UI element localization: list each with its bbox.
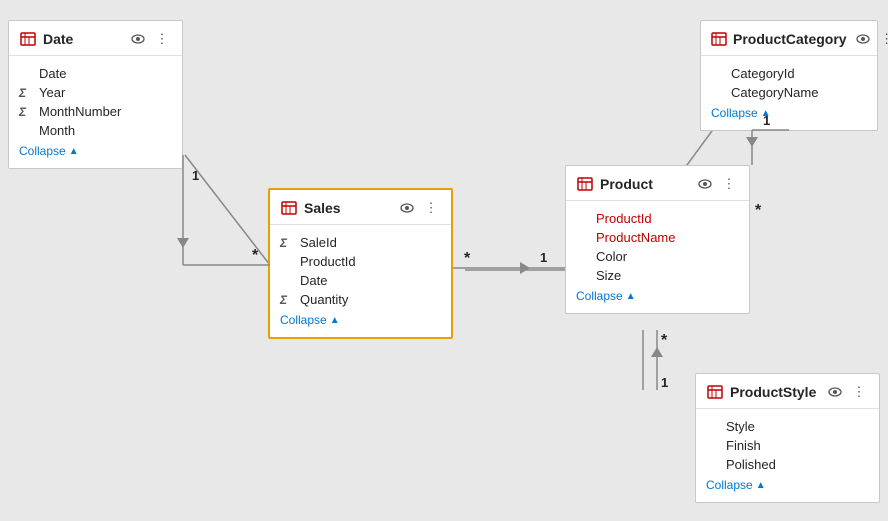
date-table-icon	[19, 30, 37, 48]
date-card-body: Date Σ Year Σ MonthNumber Month Collapse…	[9, 56, 182, 168]
product-style-header: ProductStyle ⋮	[696, 374, 879, 409]
field-size: Size	[576, 266, 739, 285]
chevron-up-icon: ▲	[330, 315, 340, 326]
style-eye-icon[interactable]	[825, 382, 845, 402]
product-category-card: ProductCategory ⋮ CategoryId CategoryNam…	[700, 20, 878, 131]
product-more-icon[interactable]: ⋮	[719, 174, 739, 194]
sales-more-icon[interactable]: ⋮	[421, 198, 441, 218]
product-collapse[interactable]: Collapse ▲	[576, 285, 739, 305]
date-card-header: Date ⋮	[9, 21, 182, 56]
sales-collapse[interactable]: Collapse ▲	[280, 309, 441, 329]
date-card: Date ⋮ Date Σ Year Σ MonthNumber Month C…	[8, 20, 183, 169]
sales-card: Sales ⋮ Σ SaleId ProductId Date Σ Quanti…	[268, 188, 453, 339]
date-eye-icon[interactable]	[128, 29, 148, 49]
product-eye-icon[interactable]	[695, 174, 715, 194]
sales-table-icon	[280, 199, 298, 217]
field-year: Σ Year	[19, 83, 172, 102]
category-table-icon	[711, 30, 727, 48]
style-card-actions: ⋮	[825, 382, 869, 402]
sales-eye-icon[interactable]	[397, 198, 417, 218]
product-card-body: ProductId ProductName Color Size Collaps…	[566, 201, 749, 313]
svg-text:1: 1	[661, 375, 668, 390]
style-table-icon	[706, 383, 724, 401]
style-collapse[interactable]: Collapse ▲	[706, 474, 869, 494]
sales-card-actions: ⋮	[397, 198, 441, 218]
sales-title: Sales	[304, 200, 391, 216]
date-more-icon[interactable]: ⋮	[152, 29, 172, 49]
field-finish: Finish	[706, 436, 869, 455]
product-title: Product	[600, 176, 689, 192]
sigma-icon: Σ	[280, 293, 294, 307]
chevron-up-icon: ▲	[756, 480, 766, 491]
category-title: ProductCategory	[733, 31, 847, 47]
svg-text:1: 1	[540, 250, 547, 265]
field-month: Month	[19, 121, 172, 140]
field-style: Style	[706, 417, 869, 436]
field-saleid: Σ SaleId	[280, 233, 441, 252]
sigma-icon: Σ	[19, 86, 33, 100]
category-more-icon[interactable]: ⋮	[877, 29, 888, 49]
product-category-header: ProductCategory ⋮	[701, 21, 877, 56]
product-card-header: Product ⋮	[566, 166, 749, 201]
field-categoryname: CategoryName	[711, 83, 867, 102]
field-categoryid: CategoryId	[711, 64, 867, 83]
style-more-icon[interactable]: ⋮	[849, 382, 869, 402]
field-productname: ProductName	[576, 228, 739, 247]
chevron-up-icon: ▲	[626, 291, 636, 302]
field-quantity: Σ Quantity	[280, 290, 441, 309]
field-monthnumber: Σ MonthNumber	[19, 102, 172, 121]
chevron-up-icon: ▲	[69, 146, 79, 157]
sigma-icon: Σ	[19, 105, 33, 119]
sales-card-header: Sales ⋮	[270, 190, 451, 225]
date-card-actions: ⋮	[128, 29, 172, 49]
product-card: Product ⋮ ProductId ProductName Color Si…	[565, 165, 750, 314]
svg-text:*: *	[252, 247, 259, 264]
sales-card-body: Σ SaleId ProductId Date Σ Quantity Colla…	[270, 225, 451, 337]
field-productid: ProductId	[280, 252, 441, 271]
sigma-icon: Σ	[280, 236, 294, 250]
product-style-card: ProductStyle ⋮ Style Finish Polished Col…	[695, 373, 880, 503]
svg-text:*: *	[755, 202, 762, 219]
style-card-body: Style Finish Polished Collapse ▲	[696, 409, 879, 502]
field-productid-pk: ProductId	[576, 209, 739, 228]
category-eye-icon[interactable]	[853, 29, 873, 49]
svg-text:1: 1	[192, 168, 199, 183]
field-color: Color	[576, 247, 739, 266]
field-date-sales: Date	[280, 271, 441, 290]
style-title: ProductStyle	[730, 384, 819, 400]
category-card-actions: ⋮	[853, 29, 888, 49]
category-collapse[interactable]: Collapse ▲	[711, 102, 867, 122]
field-date: Date	[19, 64, 172, 83]
svg-text:*: *	[661, 332, 668, 349]
category-card-body: CategoryId CategoryName Collapse ▲	[701, 56, 877, 130]
product-table-icon	[576, 175, 594, 193]
date-collapse[interactable]: Collapse ▲	[19, 140, 172, 160]
field-polished: Polished	[706, 455, 869, 474]
chevron-up-icon: ▲	[761, 108, 771, 119]
svg-text:*: *	[464, 250, 471, 267]
date-title: Date	[43, 31, 122, 47]
product-card-actions: ⋮	[695, 174, 739, 194]
